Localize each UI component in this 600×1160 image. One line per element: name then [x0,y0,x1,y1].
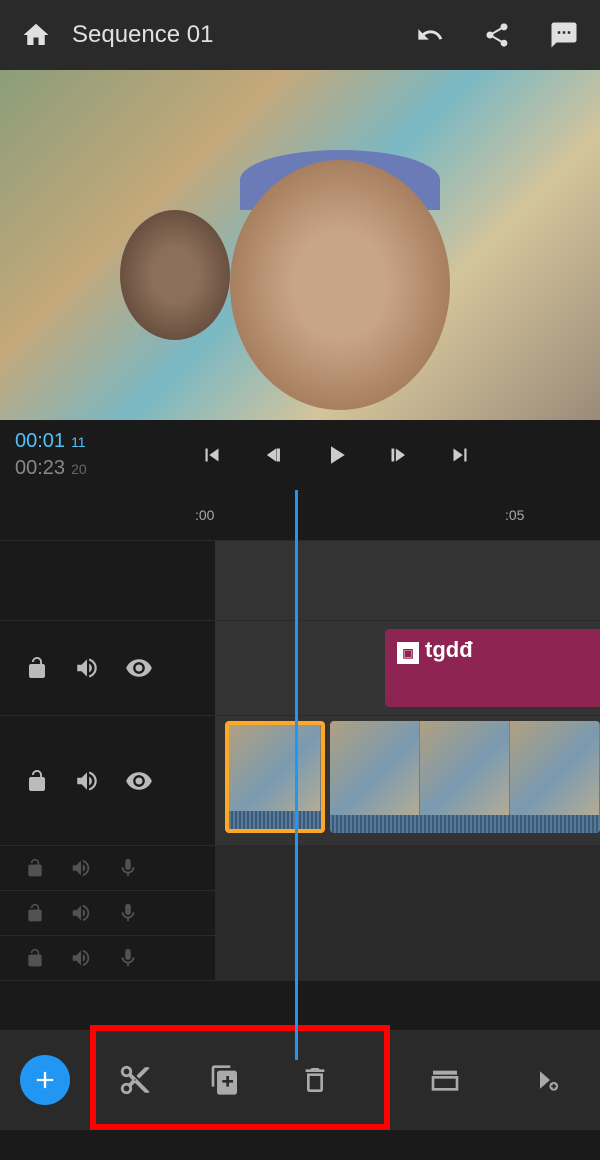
visibility-icon[interactable] [125,654,153,682]
ruler-tick-00: :00 [195,507,214,523]
lock-icon[interactable] [25,948,45,968]
step-back-button[interactable] [258,439,290,471]
timeline: ▣ tgdđ [0,540,600,980]
video-clip[interactable] [330,721,600,833]
current-frames: 11 [71,434,86,450]
edit-tools [100,1045,350,1115]
video-preview[interactable] [0,70,600,420]
step-forward-button[interactable] [382,439,414,471]
mic-icon[interactable] [117,857,139,879]
header-actions [414,19,580,51]
track-audio-header [0,902,215,924]
app-header: Sequence 01 [0,0,600,70]
tracks-button[interactable] [410,1045,480,1115]
duplicate-button[interactable] [190,1045,260,1115]
sequence-title: Sequence 01 [72,21,394,49]
track-audio-3 [0,935,600,980]
go-to-end-button[interactable] [444,439,476,471]
timeline-ruler[interactable]: :00 :05 [0,490,600,540]
home-button[interactable] [20,19,52,51]
go-to-start-button[interactable] [196,439,228,471]
comment-button[interactable] [548,19,580,51]
lock-icon[interactable] [25,903,45,923]
waveform [330,815,600,833]
view-tools[interactable] [410,1045,580,1115]
lock-icon[interactable] [25,858,45,878]
add-button[interactable] [20,1055,70,1105]
undo-button[interactable] [414,19,446,51]
ruler-tick-05: :05 [505,507,524,523]
video-clip-selected[interactable] [225,721,325,833]
text-clip-label: tgdđ [425,637,473,662]
track-text-header [0,654,215,682]
delete-button[interactable] [280,1045,350,1115]
track-audio-header [0,947,215,969]
current-time: 00:01 [15,430,65,453]
bottom-toolbar [0,1030,600,1130]
play-button[interactable] [320,439,352,471]
spacer [0,980,600,1030]
total-frames: 20 [71,461,87,477]
track-text: ▣ tgdđ [0,620,600,715]
track-video-header [0,767,215,795]
volume-icon[interactable] [70,947,92,969]
lock-icon[interactable] [25,769,49,793]
timecode-display: 00:01 11 00:23 20 [15,430,87,480]
track-audio-header [0,857,215,879]
track-audio-1 [0,845,600,890]
mic-icon[interactable] [117,947,139,969]
volume-icon[interactable] [74,655,100,681]
text-clip[interactable]: ▣ tgdđ [385,629,600,707]
volume-icon[interactable] [70,857,92,879]
cut-button[interactable] [100,1045,170,1115]
track-spacer-top [0,540,600,620]
playback-bar: 00:01 11 00:23 20 [0,420,600,490]
total-time: 00:23 [15,457,65,480]
share-button[interactable] [481,19,513,51]
playhead[interactable] [295,490,298,1060]
track-video [0,715,600,845]
volume-icon[interactable] [70,902,92,924]
lock-icon[interactable] [25,656,49,680]
volume-icon[interactable] [74,768,100,794]
visibility-icon[interactable] [125,767,153,795]
playback-controls [87,439,585,471]
insert-button[interactable] [510,1045,580,1115]
mic-icon[interactable] [117,902,139,924]
waveform [229,811,321,829]
preview-frame [0,70,600,420]
text-clip-badge-icon: ▣ [397,642,419,664]
track-audio-2 [0,890,600,935]
